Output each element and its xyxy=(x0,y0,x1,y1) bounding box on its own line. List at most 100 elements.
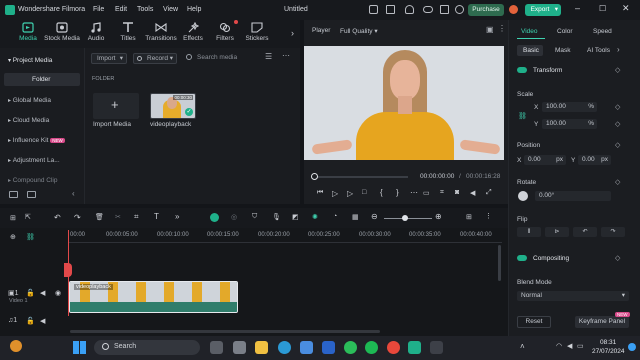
more-tools-icon[interactable]: » xyxy=(175,212,179,221)
close-icon[interactable]: ✕ xyxy=(622,3,630,14)
detach-icon[interactable]: ◩ xyxy=(292,213,299,221)
record-dropdown[interactable]: Record ▾ xyxy=(133,53,177,64)
add-track-icon[interactable]: ⊕ xyxy=(10,233,16,241)
save-icon[interactable] xyxy=(440,5,449,14)
menu-help[interactable]: Help xyxy=(187,6,201,13)
media-clip-thumbnail[interactable]: 00:00:30 ✓ xyxy=(150,93,196,119)
subtab-basic[interactable]: Basic xyxy=(517,45,543,56)
playhead-handle[interactable] xyxy=(64,263,72,277)
zoom-slider-handle[interactable] xyxy=(402,215,408,221)
battery-icon[interactable]: ▭ xyxy=(577,342,584,350)
sidebar-item-adjustment-layer[interactable]: ▸ Adjustment La... xyxy=(8,157,60,164)
more-icon[interactable]: ⋮ xyxy=(498,24,506,33)
tab-video[interactable]: Video xyxy=(521,28,538,35)
timeline-hscrollbar[interactable] xyxy=(70,330,380,333)
ai-icon[interactable] xyxy=(210,213,219,222)
sidebar-item-project-media[interactable]: ▾ Project Media xyxy=(8,57,52,64)
undo-icon[interactable]: ↶ xyxy=(54,213,61,222)
lock-track-icon[interactable]: 🔓 xyxy=(26,317,35,325)
word-icon[interactable] xyxy=(322,341,335,354)
camera-icon[interactable]: ◙ xyxy=(455,189,459,196)
filter-icon[interactable]: ☰ xyxy=(265,52,272,61)
zoom-out-icon[interactable]: ⊖ xyxy=(371,212,378,221)
timeline-clip[interactable]: videoplayback xyxy=(69,281,238,313)
volume-icon[interactable]: ◀ xyxy=(470,189,475,197)
import-media-tile[interactable]: + xyxy=(93,93,139,119)
mute-track-icon[interactable]: ◀ xyxy=(40,317,45,325)
play-forward-icon[interactable]: ▷ xyxy=(347,189,353,198)
tab-speed[interactable]: Speed xyxy=(593,28,612,35)
lock-icon[interactable]: ⛓ xyxy=(518,112,527,120)
fullscreen-icon[interactable]: ⤢ xyxy=(486,189,492,197)
crop-icon[interactable]: ⌗ xyxy=(134,212,139,222)
sidebar-item-folder[interactable]: Folder xyxy=(4,73,80,86)
rotate-dial[interactable] xyxy=(518,191,528,201)
position-y-input[interactable]: 0.00 px xyxy=(578,155,611,165)
spotify-icon[interactable] xyxy=(365,341,378,354)
menu-edit[interactable]: Edit xyxy=(115,6,127,13)
more-icon[interactable]: ⋮ xyxy=(485,212,492,220)
flip-horizontal-button[interactable]: ⫴ xyxy=(517,227,541,237)
mute-track-icon[interactable]: ◀ xyxy=(40,289,45,297)
filmora-taskbar-icon[interactable] xyxy=(408,341,421,354)
timeline-scrollbar[interactable] xyxy=(498,245,501,281)
import-folder-icon[interactable] xyxy=(27,191,36,198)
crown-icon[interactable] xyxy=(369,5,378,14)
maximize-icon[interactable]: ☐ xyxy=(599,4,606,13)
tab-audio[interactable]: Audio xyxy=(78,22,114,42)
lock-track-icon[interactable]: 🔓 xyxy=(26,289,35,297)
snap-icon[interactable]: ◎ xyxy=(231,213,237,221)
mark-out-icon[interactable]: } xyxy=(396,188,399,197)
marker-icon[interactable]: ⛉ xyxy=(252,213,257,221)
snapshot-icon[interactable]: ▣ xyxy=(486,25,494,34)
subtab-ai-tools[interactable]: AI Tools xyxy=(587,47,610,54)
keyframe-panel-button[interactable]: Keyframe Panel xyxy=(575,316,629,328)
transform-toggle[interactable] xyxy=(517,67,527,73)
keyframe-icon[interactable]: ◇ xyxy=(615,254,620,262)
flip-vertical-button[interactable]: ⊳ xyxy=(545,227,569,237)
tab-stickers[interactable]: Stickers xyxy=(239,22,275,42)
quality-dropdown[interactable]: Full Quality ▾ xyxy=(340,27,378,35)
sidebar-item-global-media[interactable]: ▸ Global Media xyxy=(8,97,51,104)
chevron-right-icon[interactable]: › xyxy=(617,45,620,54)
player-scrubber[interactable] xyxy=(312,176,408,178)
notification-icon[interactable] xyxy=(405,5,414,14)
blend-mode-select[interactable]: Normal ▾ xyxy=(517,291,629,301)
whatsapp-icon[interactable] xyxy=(344,341,357,354)
layout-icon[interactable]: ⊞ xyxy=(10,214,16,222)
menu-tools[interactable]: Tools xyxy=(137,6,153,13)
chevron-right-icon[interactable]: › xyxy=(291,28,294,38)
position-x-input[interactable]: 0.00 px xyxy=(524,155,566,165)
export-button[interactable]: Export ▾ xyxy=(525,4,561,16)
crop-icon[interactable]: ⌗ xyxy=(440,189,444,197)
menu-file[interactable]: File xyxy=(93,6,104,13)
task-view-icon[interactable] xyxy=(210,341,223,354)
purchase-button[interactable]: Purchase xyxy=(468,4,504,16)
compositing-toggle[interactable] xyxy=(517,255,527,261)
ai-cutout-icon[interactable]: ✺ xyxy=(312,213,318,221)
account-icon[interactable] xyxy=(455,5,464,14)
tab-filters[interactable]: Filters xyxy=(207,20,243,42)
minimize-icon[interactable]: – xyxy=(575,3,580,13)
volume-icon[interactable]: ◀ xyxy=(567,342,572,350)
monitor-icon[interactable]: ▭ xyxy=(423,189,430,197)
rotate-right-button[interactable]: ↷ xyxy=(601,227,625,237)
mark-in-icon[interactable]: { xyxy=(380,188,383,197)
notification-center-icon[interactable] xyxy=(628,343,636,351)
sidebar-item-compound-clip[interactable]: ▸ Compound Clip xyxy=(8,177,58,184)
redo-icon[interactable]: ↷ xyxy=(74,213,81,222)
reset-button[interactable]: Reset xyxy=(517,316,551,328)
select-tool-icon[interactable]: ⇱ xyxy=(25,213,31,221)
cloud-icon[interactable] xyxy=(423,6,433,13)
widgets-icon[interactable] xyxy=(233,341,246,354)
tab-titles[interactable]: Titles xyxy=(110,22,146,42)
zoom-slider[interactable] xyxy=(384,218,432,219)
keyframe-icon[interactable]: ◇ xyxy=(615,103,620,111)
scrubber-handle[interactable] xyxy=(311,173,318,180)
weather-icon[interactable] xyxy=(10,340,22,352)
chrome-icon[interactable] xyxy=(387,341,400,354)
tab-media[interactable]: Media xyxy=(10,22,46,42)
delete-icon[interactable]: 🗑 xyxy=(95,213,104,221)
scale-x-input[interactable]: 100.00% xyxy=(542,102,597,112)
render-icon[interactable]: ▦ xyxy=(352,213,359,221)
